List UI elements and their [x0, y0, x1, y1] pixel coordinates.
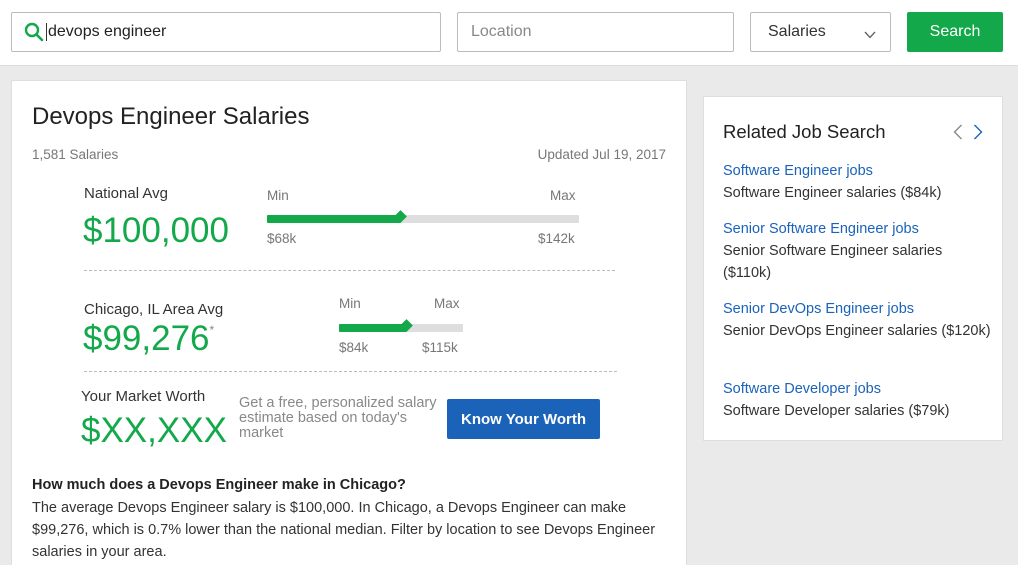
location-input[interactable]: Location [457, 12, 734, 52]
market-worth-value: $XX,XXX [81, 411, 227, 450]
local-avg-amount: $99,276 [83, 319, 210, 358]
search-bar: devops engineer Location Salaries Search [0, 0, 1018, 66]
keyword-value: devops engineer [48, 23, 167, 40]
related-item: Senior DevOps Engineer jobs Senior DevOp… [723, 298, 991, 342]
market-worth-label: Your Market Worth [81, 388, 206, 405]
updated-date: Updated Jul 19, 2017 [537, 147, 666, 162]
related-salary-text: Software Developer salaries ($79k) [723, 403, 950, 419]
local-max-value: $115k [422, 340, 458, 355]
national-min-value: $68k [267, 231, 297, 246]
chevron-down-icon [864, 26, 876, 44]
salary-count: 1,581 Salaries [32, 147, 119, 162]
search-icon [24, 22, 44, 47]
related-salary-text: Senior Software Engineer salaries ($110k… [723, 243, 943, 281]
related-job-link[interactable]: Software Engineer jobs [723, 160, 991, 182]
location-placeholder: Location [471, 23, 532, 40]
search-button[interactable]: Search [907, 12, 1003, 52]
market-worth-description: Get a free, personalized salary estimate… [239, 395, 437, 441]
national-max-value: $142k [538, 231, 575, 246]
local-range-bar [339, 319, 463, 332]
local-avg-value: $99,276* [83, 319, 214, 359]
search-type-value: Salaries [768, 23, 826, 40]
local-range-fill [339, 324, 408, 332]
related-job-link[interactable]: Software Developer jobs [723, 378, 991, 400]
local-min-label: Min [339, 296, 361, 311]
keyword-input[interactable]: devops engineer [11, 12, 441, 52]
related-salary-text: Senior DevOps Engineer salaries ($120k) [723, 323, 991, 339]
national-max-label: Max [550, 188, 576, 203]
local-avg-asterisk: * [209, 323, 215, 337]
national-range-bar [267, 210, 579, 223]
related-job-link[interactable]: Senior DevOps Engineer jobs [723, 298, 991, 320]
local-min-value: $84k [339, 340, 369, 355]
text-cursor [46, 23, 47, 41]
faq-question: How much does a Devops Engineer make in … [32, 477, 406, 493]
chevron-right-icon[interactable] [970, 123, 986, 141]
local-max-label: Max [434, 296, 460, 311]
national-min-label: Min [267, 188, 289, 203]
faq-answer: The average Devops Engineer salary is $1… [32, 500, 656, 560]
related-job-search-card: Related Job Search Software Engineer job… [703, 96, 1003, 441]
search-type-select[interactable]: Salaries [750, 12, 891, 52]
related-item: Software Developer jobs Software Develop… [723, 378, 991, 422]
page-title: Devops Engineer Salaries [32, 103, 310, 130]
related-salary-text: Software Engineer salaries ($84k) [723, 185, 942, 201]
chevron-left-icon[interactable] [950, 123, 966, 141]
national-avg-value: $100,000 [83, 211, 229, 250]
salary-card: Devops Engineer Salaries 1,581 Salaries … [11, 80, 687, 565]
national-range-fill [267, 215, 402, 223]
divider [84, 270, 615, 271]
national-avg-label: National Avg [84, 185, 168, 202]
related-job-link[interactable]: Senior Software Engineer jobs [723, 218, 991, 240]
know-your-worth-button[interactable]: Know Your Worth [447, 399, 600, 439]
related-item: Senior Software Engineer jobs Senior Sof… [723, 218, 991, 284]
divider [84, 371, 617, 372]
local-avg-label: Chicago, IL Area Avg [84, 301, 224, 318]
related-item: Software Engineer jobs Software Engineer… [723, 160, 991, 204]
related-title: Related Job Search [723, 121, 886, 142]
